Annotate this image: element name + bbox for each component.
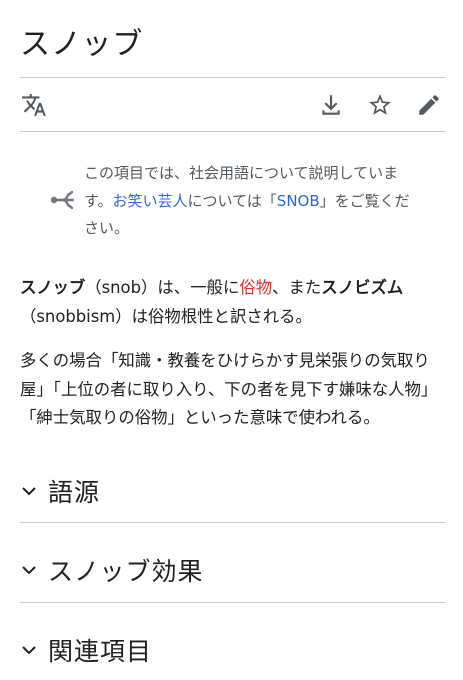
section-gogen[interactable]: 語源 bbox=[20, 463, 445, 519]
hatnote: この項目では、社会用語について説明しています。お笑い芸人については「SNOB」を… bbox=[50, 160, 410, 242]
link-zokubutsu[interactable]: 俗物 bbox=[239, 278, 272, 297]
link-owarai-geinin[interactable]: お笑い芸人 bbox=[113, 192, 188, 210]
chevron-down-icon bbox=[20, 641, 38, 659]
hatnote-text: この項目では、社会用語について説明しています。お笑い芸人については「SNOB」を… bbox=[84, 160, 414, 243]
section-divider bbox=[20, 602, 445, 603]
intro-text-c: 、また bbox=[272, 278, 322, 297]
chevron-down-icon bbox=[20, 482, 38, 500]
section-label: 語源 bbox=[48, 478, 101, 507]
toolbar-divider bbox=[20, 131, 445, 132]
section-snob-effect[interactable]: スノッブ効果 bbox=[20, 542, 445, 598]
pencil-icon[interactable] bbox=[415, 91, 443, 119]
translate-icon[interactable] bbox=[20, 91, 48, 119]
chevron-down-icon bbox=[20, 561, 38, 579]
section-divider bbox=[20, 522, 445, 523]
download-icon[interactable] bbox=[317, 91, 345, 119]
link-snob[interactable]: SNOB bbox=[277, 192, 320, 210]
star-icon[interactable] bbox=[366, 91, 394, 119]
section-related[interactable]: 関連項目 bbox=[20, 622, 445, 678]
hatnote-middle: については「 bbox=[187, 191, 277, 210]
section-label: 関連項目 bbox=[48, 637, 153, 666]
intro-text-e: （snobbism）は俗物根性と訳される。 bbox=[20, 306, 312, 326]
intro-paragraph-1: スノッブ（snob）は、一般に俗物、またスノビズム （snobbism）は俗物根性… bbox=[20, 274, 450, 331]
title-divider bbox=[20, 77, 445, 78]
section-label: スノッブ効果 bbox=[48, 557, 204, 586]
page-title: スノッブ bbox=[20, 27, 144, 62]
term-snobbism: スノビズム bbox=[321, 278, 404, 297]
intro-paragraph-2: 多くの場合「知識・教養をひけらかす見栄張りの気取り屋」「上位の者に取り入り、下の… bbox=[20, 351, 438, 427]
intro-text-b: （snob）は、一般に bbox=[85, 278, 240, 297]
term-snob: スノッブ bbox=[20, 278, 86, 297]
disambiguation-icon bbox=[50, 190, 76, 210]
